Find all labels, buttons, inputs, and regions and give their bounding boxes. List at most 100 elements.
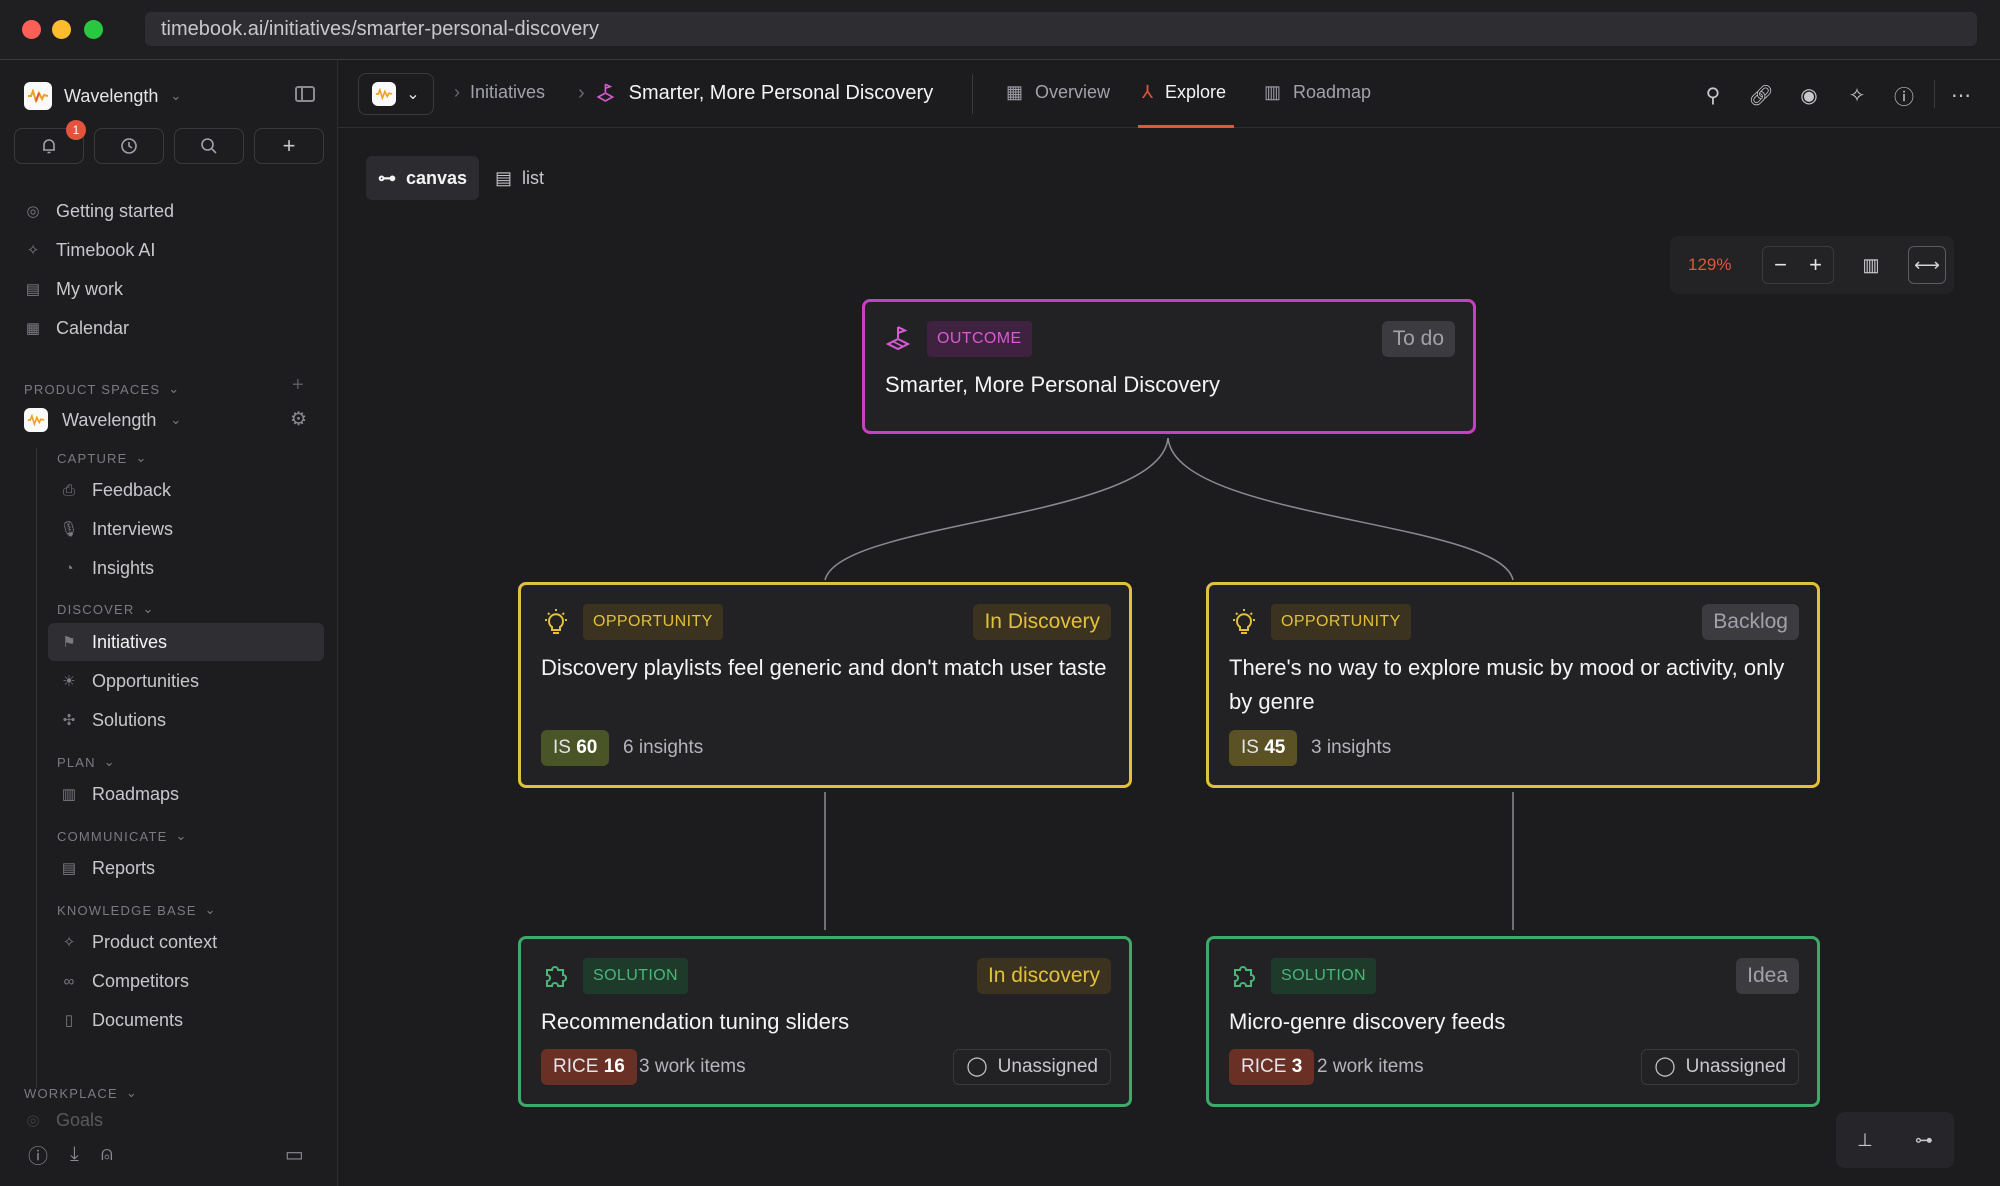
sparkle-icon[interactable]: ✧ [1846,84,1868,107]
add-space-icon[interactable]: + [292,374,304,397]
nav-my-work[interactable]: ▤ My work [24,273,123,305]
status-badge[interactable]: In discovery [976,958,1111,994]
zoom-out-button[interactable]: − [1774,252,1787,278]
space-wavelength[interactable]: Wavelength ⌄ [24,404,181,436]
download-icon[interactable]: ⤓ [70,1143,79,1166]
active-tab-indicator [1138,125,1234,128]
microphone-icon: 🎙︎ [59,521,79,538]
grid-icon: ▦ [1006,82,1024,102]
info-icon[interactable]: ⓘ [1893,84,1915,109]
vertical-tree-icon[interactable]: ⊥ [1857,1130,1873,1151]
chevron-down-icon: ⌄ [170,412,182,427]
divider [1934,80,1935,108]
sparkle-icon: ✧ [26,242,40,259]
minimap-icon[interactable]: ▥ [1852,246,1890,284]
collapse-sidebar-icon[interactable] [295,86,315,102]
sidebar-item-roadmaps[interactable]: ▥ Roadmaps [48,775,324,813]
sidebar-item-documents[interactable]: ▯ Documents [48,1001,324,1039]
layout-tools: ⊥ ⊶ [1836,1112,1954,1168]
card-title: Micro-genre discovery feeds [1229,1009,1506,1034]
work-items-count[interactable]: 2 work items [1317,1049,1424,1085]
space-settings-gear-icon[interactable]: ⚙ [290,408,307,431]
status-badge[interactable]: To do [1381,321,1455,357]
sidebar-item-product-context[interactable]: ✧ Product context [48,923,324,961]
zoom-in-button[interactable]: + [1809,252,1822,278]
browser-chrome: timebook.ai/initiatives/smarter-personal… [0,0,2000,60]
clipboard-icon: ▤ [25,281,41,298]
workspace-name: Wavelength [64,85,159,106]
fit-width-icon[interactable]: ⟷ [1908,246,1946,284]
close-window-dot[interactable] [22,20,41,39]
status-badge[interactable]: Backlog [1702,604,1799,640]
communicate-header[interactable]: COMMUNICATE ⌄ [57,828,188,844]
type-badge: OPPORTUNITY [583,604,723,640]
history-button[interactable] [94,128,164,164]
zoom-controls: 129% − + ▥ ⟷ [1670,236,1954,294]
pin-icon[interactable]: ⚲ [1702,84,1724,107]
address-bar[interactable]: timebook.ai/initiatives/smarter-personal… [145,12,1977,46]
plus-icon: + [282,133,296,158]
outcome-card[interactable]: OUTCOME To do Smarter, More Personal Dis… [862,299,1476,434]
tab-roadmap[interactable]: ▥ Roadmap [1264,82,1371,103]
solution-card[interactable]: SOLUTION In discovery Recommendation tun… [518,936,1132,1107]
view-list-toggle[interactable]: ▤ list [483,156,556,200]
breadcrumb-initiatives[interactable]: › Initiatives [454,82,545,103]
knowledge-base-header[interactable]: KNOWLEDGE BASE ⌄ [57,902,217,918]
eye-icon[interactable]: ◉ [1798,84,1820,107]
capture-header[interactable]: CAPTURE ⌄ [57,450,148,466]
help-icon[interactable]: ⓘ [28,1140,48,1169]
card-title: Smarter, More Personal Discovery [885,372,1220,397]
sidebar-item-feedback[interactable]: ⎙ Feedback [48,471,324,509]
minimize-window-dot[interactable] [52,20,71,39]
tab-explore[interactable]: ⅄ Explore [1142,82,1226,103]
create-button[interactable]: + [254,128,324,164]
horizontal-tree-icon[interactable]: ⊶ [1915,1130,1933,1151]
top-bar: ⌄ › Initiatives › Smarter, More Personal… [338,60,2000,128]
divider [972,74,973,114]
sparkle-icon: ✧ [62,934,76,951]
insights-count[interactable]: 6 insights [623,730,703,766]
chevron-down-icon: ⌄ [175,828,188,843]
nav-getting-started[interactable]: ◎ Getting started [24,195,174,227]
type-badge: SOLUTION [583,958,688,994]
insights-icon: ◔ [64,559,74,577]
work-items-count[interactable]: 3 work items [639,1049,746,1085]
tab-overview[interactable]: ▦ Overview [1006,82,1110,103]
status-badge[interactable]: Idea [1736,958,1799,994]
assignee-button[interactable]: ◯ Unassigned [1641,1049,1799,1085]
wavelength-logo-icon [24,82,52,110]
status-badge[interactable]: In Discovery [973,604,1111,640]
sidebar-item-solutions[interactable]: ✣ Solutions [48,701,324,739]
link-icon[interactable]: 🔗︎ [1748,84,1773,107]
sidebar-item-opportunities[interactable]: ☀ Opportunities [48,662,324,700]
sidebar-item-insights[interactable]: ◔ Insights [48,549,324,587]
solution-card[interactable]: SOLUTION Idea Micro-genre discovery feed… [1206,936,1820,1107]
more-options-icon[interactable]: ⋯ [1950,84,1972,107]
sidebar-item-competitors[interactable]: ∞ Competitors [48,962,324,1000]
nav-calendar[interactable]: ▦ Calendar [24,312,129,344]
sidebar-item-reports[interactable]: ▤ Reports [48,849,324,887]
zoom-buttons: − + [1762,246,1834,284]
view-canvas-toggle[interactable]: ⊶ canvas [366,156,480,200]
plan-header[interactable]: PLAN ⌄ [57,754,116,770]
workplace-header[interactable]: WORKPLACE ⌄ [24,1085,138,1101]
assignee-button[interactable]: ◯ Unassigned [953,1049,1111,1085]
space-switcher-button[interactable]: ⌄ [358,73,434,115]
desktop-app-icon[interactable]: ▭ [285,1142,304,1167]
breadcrumb-current[interactable]: › Smarter, More Personal Discovery [578,81,933,105]
nav-timebook-ai[interactable]: ✧ Timebook AI [24,234,156,266]
card-title: Discovery playlists feel generic and don… [541,655,1107,680]
discover-header[interactable]: DISCOVER ⌄ [57,601,155,617]
sidebar-item-interviews[interactable]: 🎙︎ Interviews [48,510,324,548]
lightbulb-icon: ☀ [62,673,76,690]
opportunity-card[interactable]: OPPORTUNITY Backlog There's no way to ex… [1206,582,1820,788]
opportunity-card[interactable]: OPPORTUNITY In Discovery Discovery playl… [518,582,1132,788]
insights-count[interactable]: 3 insights [1311,730,1391,766]
product-spaces-header[interactable]: PRODUCT SPACES ⌄ [24,381,180,397]
search-button[interactable] [174,128,244,164]
maximize-window-dot[interactable] [84,20,103,39]
sidebar-item-initiatives[interactable]: ⚑ Initiatives [48,623,324,661]
invite-user-icon[interactable]: ⍝ [101,1143,113,1166]
workspace-switcher[interactable]: Wavelength ⌄ [24,80,181,112]
puzzle-icon: ✣ [62,712,76,729]
